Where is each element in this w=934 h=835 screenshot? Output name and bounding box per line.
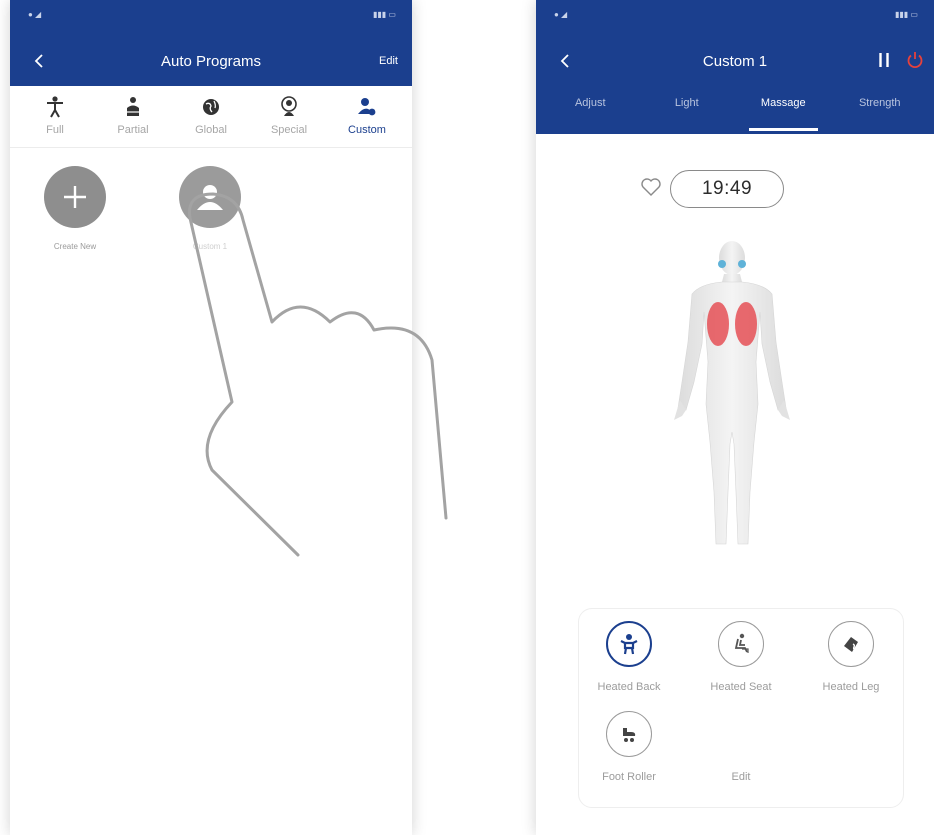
heated-leg-icon (828, 621, 874, 667)
person-full-icon (45, 94, 65, 120)
function-label: Edit (731, 771, 751, 783)
function-label: Heated Leg (822, 681, 880, 693)
program-label: Create New (53, 242, 97, 251)
heated-seat-icon (718, 621, 764, 667)
edit-functions-button[interactable]: Edit (691, 711, 791, 783)
program-grid: Create New Custom 1 (10, 148, 412, 268)
tab-label: Custom (348, 124, 386, 136)
mode-tabs: Adjust Light Massage Strength (536, 84, 934, 134)
heated-back-button[interactable]: Heated Back (579, 621, 679, 693)
tab-full[interactable]: Full (16, 94, 94, 147)
auto-programs-screen: ● ◢ ▮▮▮ ▭ Auto Programs Edit Full Partia… (10, 0, 412, 835)
tab-label: Global (195, 124, 227, 136)
navigation-bar: Custom 1 (536, 36, 934, 86)
tab-strength[interactable]: Strength (832, 84, 929, 134)
person-partial-icon (123, 94, 143, 120)
heating-functions-panel: Heated Back Heated Seat Heated Leg Foot … (578, 608, 904, 808)
body-figure (674, 241, 790, 545)
function-label: Foot Roller (602, 771, 656, 783)
tab-light[interactable]: Light (639, 84, 736, 134)
tab-custom[interactable]: Custom (328, 94, 406, 147)
create-new-button[interactable]: Create New (30, 166, 120, 251)
page-title: Auto Programs (160, 53, 262, 70)
custom-user-icon (356, 94, 378, 120)
plus-icon (44, 166, 106, 228)
tab-global[interactable]: Global (172, 94, 250, 147)
status-bar: ● ◢ ▮▮▮ ▭ (10, 0, 412, 36)
globe-icon (201, 94, 221, 120)
power-icon (907, 52, 923, 69)
navigation-bar: Auto Programs Edit (10, 36, 412, 86)
header-controls (878, 51, 924, 74)
timer-row: 19:49 (640, 170, 784, 208)
program-label: Custom 1 (192, 242, 228, 251)
pause-button[interactable] (878, 52, 890, 73)
tab-label: Partial (117, 124, 149, 136)
tab-adjust[interactable]: Adjust (542, 84, 639, 134)
page-title: Custom 1 (702, 53, 768, 70)
pause-icon (879, 53, 889, 67)
edit-button[interactable]: Edit (379, 55, 398, 67)
user-icon (179, 166, 241, 228)
tab-massage[interactable]: Massage (735, 84, 832, 134)
custom-program-screen: ● ◢ ▮▮▮ ▭ Custom 1 Adjust Light Massage … (536, 0, 934, 835)
screenshot-stage: ● ◢ ▮▮▮ ▭ Auto Programs Edit Full Partia… (0, 0, 934, 835)
power-button[interactable] (906, 51, 924, 74)
heated-back-icon (606, 621, 652, 667)
custom-1-program[interactable]: Custom 1 (165, 166, 255, 251)
heated-leg-button[interactable]: Heated Leg (801, 621, 901, 693)
category-tabs: Full Partial Global Special Custom (10, 86, 412, 148)
tab-special[interactable]: Special (250, 94, 328, 147)
timer-display: 19:49 (670, 170, 784, 208)
tab-label: Full (46, 124, 64, 136)
favorite-button[interactable] (640, 177, 662, 202)
tab-label: Special (270, 124, 308, 136)
foot-roller-icon (606, 711, 652, 757)
heated-seat-button[interactable]: Heated Seat (691, 621, 791, 693)
status-bar: ● ◢ ▮▮▮ ▭ (536, 0, 934, 36)
function-label: Heated Back (597, 681, 661, 693)
tab-partial[interactable]: Partial (94, 94, 172, 147)
function-label: Heated Seat (710, 681, 772, 693)
foot-roller-button[interactable]: Foot Roller (579, 711, 679, 783)
special-icon (279, 94, 299, 120)
heart-icon (641, 177, 661, 196)
